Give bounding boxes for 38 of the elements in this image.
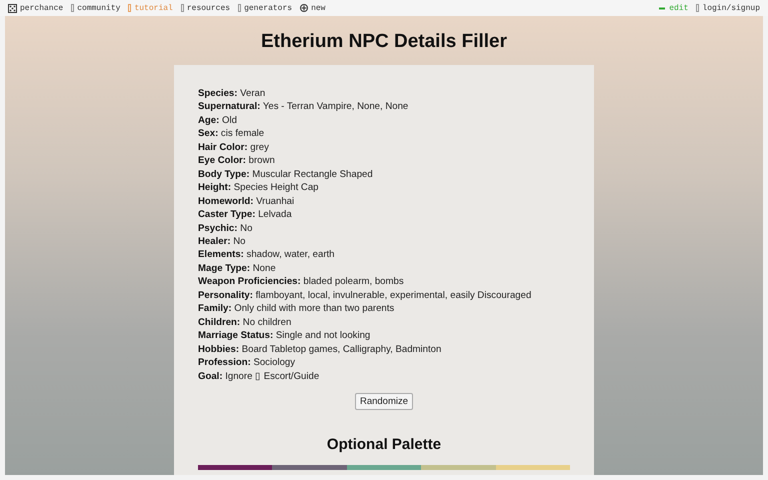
detail-line: Family: Only child with more than two parents [198, 302, 396, 316]
nav-link[interactable]: perchance [20, 4, 64, 12]
nav-link[interactable]: resources [186, 4, 230, 12]
detail-line: Children: No children [198, 316, 292, 330]
detail-line: Sex: cis female [198, 127, 266, 141]
box-icon [180, 4, 184, 12]
box-icon [128, 4, 132, 12]
detail-line: Homeworld: Vruanhai [198, 194, 296, 208]
nav-link[interactable]: community [77, 4, 120, 12]
randomize-button[interactable]: Randomize [354, 392, 414, 410]
palette-title: Optional Palette [326, 436, 442, 453]
detail-line: Elements: shadow, water, earth [198, 248, 336, 262]
page-title: Etherium NPC Details Filler [260, 31, 507, 53]
dice-icon [8, 4, 17, 12]
detail-line: Species: Veran [198, 87, 266, 100]
nav-link[interactable]: login/signup [702, 4, 760, 12]
detail-line: Goal: Ignore ▯ Escort/Guide [198, 370, 320, 383]
detail-line: Personality: flamboyant, local, invulnerable, experimental, easily Discouraged [198, 288, 532, 302]
detail-line: Supernatural: Yes - Terran Vampire, None, None [198, 100, 410, 114]
box-icon [238, 4, 242, 12]
detail-line: Marriage Status: Single and not looking [198, 329, 372, 343]
detail-line: Healer: No [198, 234, 246, 248]
detail-line: Eye Color: brown [198, 154, 276, 168]
detail-line: Profession: Sociology [198, 356, 296, 370]
detail-line: Hobbies: Board Tabletop games, Calligraphy, Badminton [198, 342, 442, 356]
plus-circle-icon [300, 4, 308, 12]
detail-line: Mage Type: None [198, 262, 277, 276]
box-icon [696, 4, 700, 12]
detail-line: Psychic: No [198, 222, 254, 235]
nav-link[interactable]: generators [244, 4, 292, 12]
detail-line: Weapon Proficiencies: bladed polearm, bombs [198, 275, 405, 289]
nav-link[interactable]: new [311, 4, 326, 12]
detail-line: Caster Type: Lelvada [198, 208, 293, 222]
detail-line: Height: Species Height Cap [198, 181, 320, 195]
detail-line: Hair Color: grey [198, 140, 270, 154]
box-icon [71, 4, 74, 12]
detail-line: Body Type: Muscular Rectangle Shaped [198, 168, 374, 182]
detail-line: Age: Old [198, 114, 238, 128]
